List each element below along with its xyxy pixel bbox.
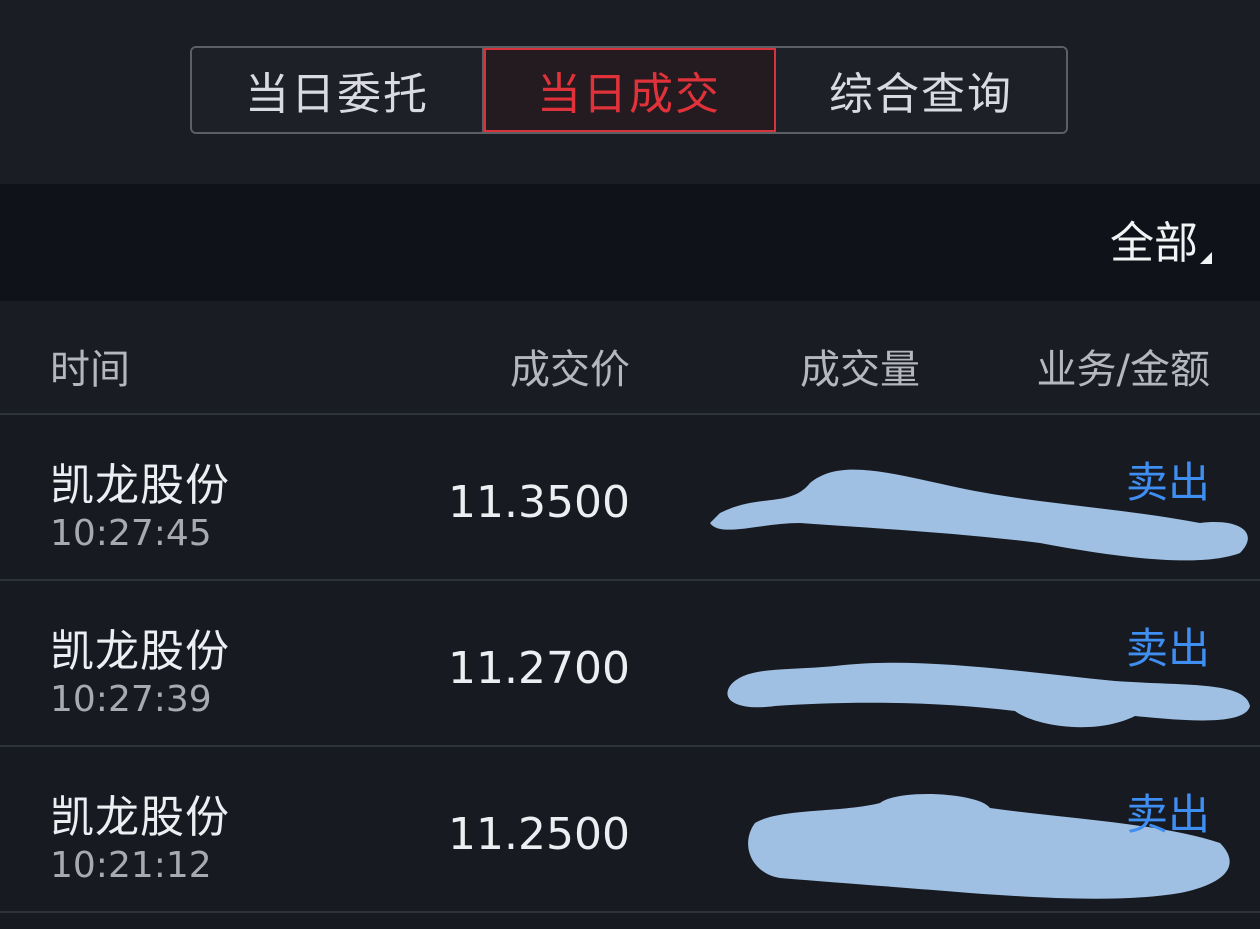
trade-list: 凯龙股份 10:27:45 11.3500 卖出 凯龙股份 10:27:39 1… xyxy=(0,415,1260,913)
stock-name: 凯龙股份 xyxy=(50,460,230,511)
column-volume: 成交量 xyxy=(800,347,920,393)
trade-price: 11.3500 xyxy=(448,477,630,528)
business-type: 卖出 xyxy=(1125,458,1210,507)
stock-name: 凯龙股份 xyxy=(50,626,230,677)
column-time: 时间 xyxy=(50,347,130,393)
trade-row[interactable]: 凯龙股份 10:27:39 11.2700 卖出 xyxy=(0,581,1260,747)
filter-dropdown[interactable]: 全部 xyxy=(1110,220,1212,268)
tab-today-trades[interactable]: 当日成交 xyxy=(484,48,776,132)
filter-bar: 全部 xyxy=(0,184,1260,301)
column-business: 业务/金额 xyxy=(1036,347,1210,393)
trade-time: 10:27:45 xyxy=(50,513,212,554)
filter-label: 全部 xyxy=(1110,218,1198,269)
top-bar: 当日委托 当日成交 综合查询 xyxy=(0,0,1260,184)
trade-row[interactable]: 凯龙股份 10:21:12 11.2500 卖出 xyxy=(0,747,1260,913)
trade-time: 10:21:12 xyxy=(50,845,212,886)
tab-today-orders[interactable]: 当日委托 xyxy=(192,48,484,132)
column-price: 成交价 xyxy=(510,347,630,393)
trade-price: 11.2500 xyxy=(448,809,630,860)
trade-price: 11.2700 xyxy=(448,643,630,694)
stock-name: 凯龙股份 xyxy=(50,792,230,843)
trade-tabs: 当日委托 当日成交 综合查询 xyxy=(190,46,1068,134)
tab-combined-query[interactable]: 综合查询 xyxy=(776,48,1066,132)
trade-time: 10:27:39 xyxy=(50,679,212,720)
dropdown-triangle-icon xyxy=(1200,252,1212,264)
business-type: 卖出 xyxy=(1125,790,1210,839)
column-header: 时间 成交价 成交量 业务/金额 xyxy=(0,301,1260,415)
business-type: 卖出 xyxy=(1125,624,1210,673)
trade-row[interactable]: 凯龙股份 10:27:45 11.3500 卖出 xyxy=(0,415,1260,581)
